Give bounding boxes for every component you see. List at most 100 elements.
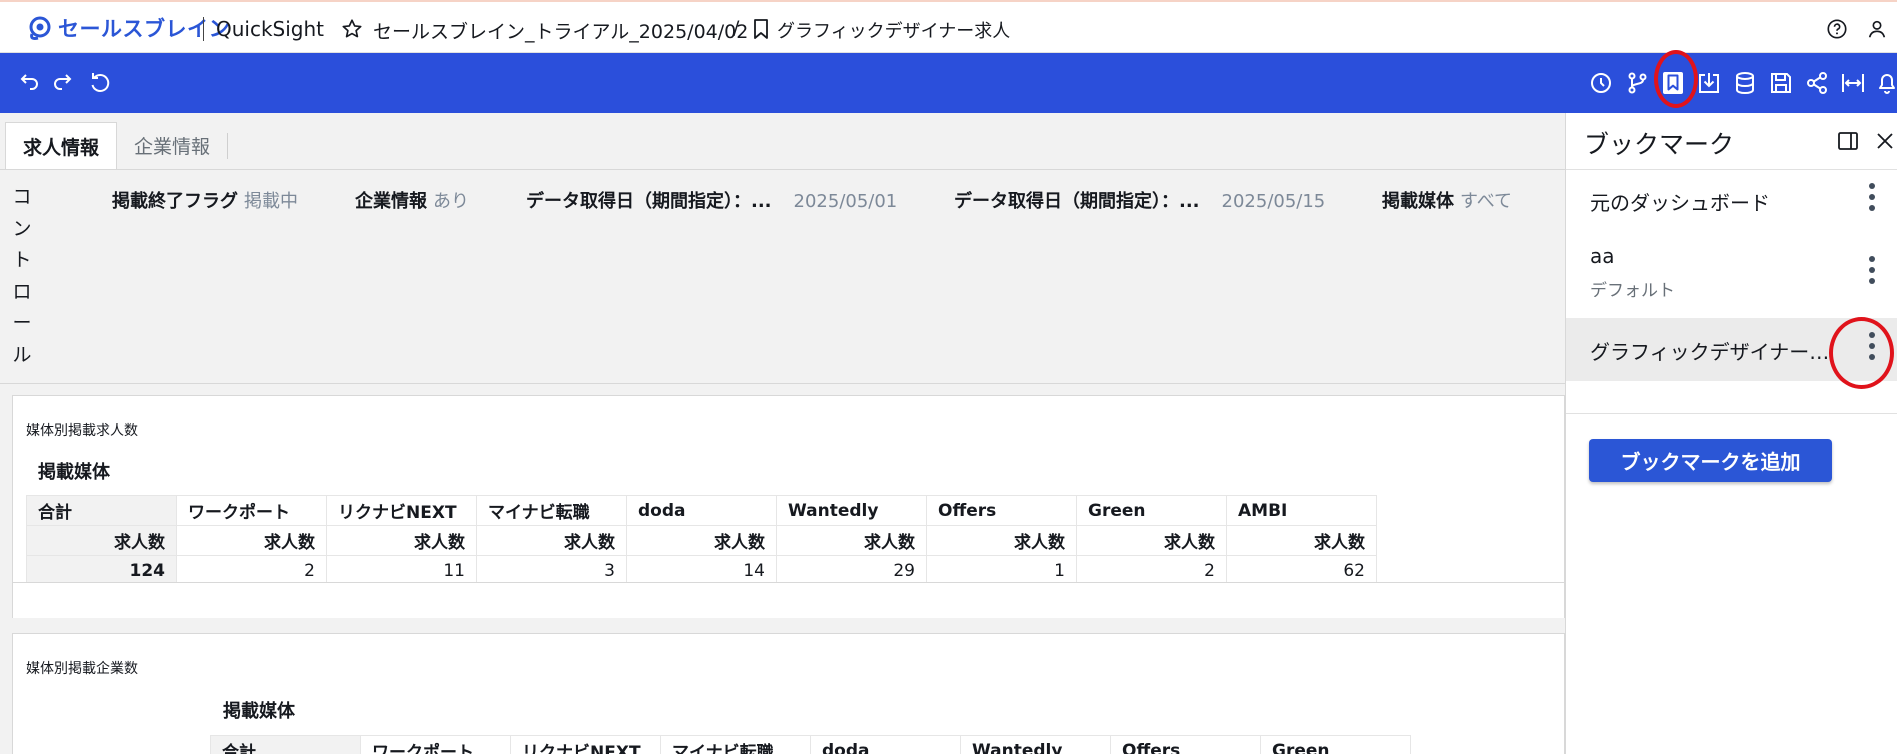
table-cell[interactable]: 14 xyxy=(626,555,777,586)
table-cell[interactable]: 求人数 xyxy=(926,525,1077,556)
dataset-icon[interactable] xyxy=(1731,69,1759,97)
filter-date-end[interactable]: データ取得日（期間指定）：... 2025/05/15 xyxy=(954,187,1325,213)
bookmark-item-selected[interactable]: グラフィックデザイナー… xyxy=(1566,318,1897,381)
table-cell[interactable]: 求人数 xyxy=(176,525,327,556)
tab-company-info[interactable]: 企業情報 xyxy=(117,122,227,169)
controls-label-char: ロ xyxy=(12,280,32,303)
header-divider xyxy=(203,17,204,41)
analysis-toolbar xyxy=(0,53,1897,113)
export-icon[interactable] xyxy=(1695,69,1723,97)
table-cell[interactable]: 124 xyxy=(26,555,177,586)
table-cell[interactable]: 求人数 xyxy=(326,525,477,556)
fit-width-icon[interactable] xyxy=(1839,69,1867,97)
table-cell[interactable]: 11 xyxy=(326,555,477,586)
bookmark-name: 元のダッシュボード xyxy=(1590,191,1770,215)
table-cell[interactable]: リクナビNEXT xyxy=(510,735,661,754)
table-cell[interactable]: 求人数 xyxy=(1226,525,1377,556)
table-cell[interactable]: 29 xyxy=(776,555,927,586)
visual-title: 媒体別掲載求人数 xyxy=(26,423,138,439)
table-cell[interactable]: Offers xyxy=(926,495,1077,526)
controls-area: コ ン ト ロ ー ル 掲載終了フラグ 掲載中 企業情報 あり データ取得日（期間指… xyxy=(0,169,1565,384)
help-icon[interactable] xyxy=(1826,18,1848,40)
dock-panel-icon[interactable] xyxy=(1837,130,1859,152)
table-cell[interactable]: リクナビNEXT xyxy=(326,495,477,526)
bookmark-menu-icon[interactable] xyxy=(1866,332,1878,368)
controls-label-char: ト xyxy=(12,249,32,271)
table-cell[interactable]: 2 xyxy=(1076,555,1227,586)
table-cell[interactable]: マイナビ転職 xyxy=(660,735,811,754)
salesbrain-logo[interactable]: セールスブレイン xyxy=(26,14,230,42)
branch-icon[interactable] xyxy=(1623,69,1651,97)
bookmark-icon[interactable] xyxy=(1659,69,1687,97)
table-cell[interactable]: 求人数 xyxy=(1076,525,1227,556)
table-cell[interactable]: Green xyxy=(1076,495,1227,526)
sheet-canvas: 求人情報 企業情報 コ ン ト ロ ー ル 掲載終了フラグ 掲載中 企業情報 あり … xyxy=(0,113,1565,754)
bookmark-item[interactable]: 元のダッシュボード xyxy=(1566,170,1897,228)
analysis-title[interactable]: セールスブレイン_トライアル_2025/04/02 xyxy=(373,17,748,44)
clock-icon[interactable] xyxy=(1587,69,1615,97)
visual-footer xyxy=(13,582,1564,618)
table-cell[interactable]: doda xyxy=(626,495,777,526)
table-cell[interactable]: 3 xyxy=(476,555,627,586)
divider xyxy=(1566,413,1897,414)
pivot-header-row: 合計 ワークポート リクナビNEXT マイナビ転職 doda Wantedly … xyxy=(26,495,1377,526)
add-bookmark-button[interactable]: ブックマークを追加 xyxy=(1589,439,1832,482)
table-cell[interactable]: 2 xyxy=(176,555,327,586)
sheet-tabs: 求人情報 企業情報 xyxy=(5,122,229,169)
table-cell[interactable]: 求人数 xyxy=(26,525,177,556)
pivot-table: 合計 ワークポート リクナビNEXT マイナビ転職 doda Wantedly … xyxy=(26,495,1377,586)
reset-icon[interactable] xyxy=(86,69,114,97)
table-cell[interactable]: 求人数 xyxy=(476,525,627,556)
bell-icon[interactable] xyxy=(1873,69,1897,97)
filter-company-info[interactable]: 企業情報 あり xyxy=(355,187,469,213)
table-cell[interactable]: Green xyxy=(1260,735,1411,754)
table-cell[interactable]: ワークポート xyxy=(176,495,327,526)
panel-title: ブックマーク xyxy=(1584,130,1735,159)
visual-companies-by-media[interactable]: 媒体別掲載企業数 掲載媒体 合計 ワークポート リクナビNEXT マイナビ転職 … xyxy=(12,633,1565,754)
filter-value: 掲載中 xyxy=(244,191,298,212)
filter-value: 2025/05/15 xyxy=(1221,191,1326,212)
bookmark-name: グラフィックデザイナー… xyxy=(1590,340,1830,364)
filter-label: データ取得日（期間指定）：... xyxy=(954,191,1200,212)
filter-value: 2025/05/01 xyxy=(793,191,898,212)
user-icon[interactable] xyxy=(1866,18,1888,40)
bookmark-name: aa xyxy=(1590,244,1615,268)
share-icon[interactable] xyxy=(1803,69,1831,97)
filter-label: 掲載媒体 xyxy=(1382,191,1454,212)
pivot-measure-row: 求人数 求人数 求人数 求人数 求人数 求人数 求人数 求人数 求人数 xyxy=(26,525,1377,556)
visual-title: 媒体別掲載企業数 xyxy=(26,661,138,677)
table-cell[interactable]: 求人数 xyxy=(776,525,927,556)
table-cell[interactable]: 求人数 xyxy=(626,525,777,556)
table-cell[interactable]: doda xyxy=(810,735,961,754)
filter-date-start[interactable]: データ取得日（期間指定）：... 2025/05/01 xyxy=(526,187,897,213)
table-cell[interactable]: Wantedly xyxy=(776,495,927,526)
visual-jobs-by-media[interactable]: 媒体別掲載求人数 掲載媒体 合計 ワークポート リクナビNEXT マイナビ転職 … xyxy=(12,395,1565,618)
table-cell[interactable]: 1 xyxy=(926,555,1077,586)
table-cell[interactable]: Wantedly xyxy=(960,735,1111,754)
table-cell[interactable]: 合計 xyxy=(210,735,361,754)
bookmark-item[interactable]: aa デフォルト xyxy=(1566,228,1897,318)
filter-listing-end-flag[interactable]: 掲載終了フラグ 掲載中 xyxy=(112,187,298,213)
controls-label-char: ン xyxy=(12,217,32,240)
redo-icon[interactable] xyxy=(50,69,78,97)
logo-text: セールスブレイン xyxy=(58,17,230,41)
table-cell[interactable]: ワークポート xyxy=(360,735,511,754)
table-cell[interactable]: AMBI xyxy=(1226,495,1377,526)
star-icon[interactable] xyxy=(341,18,363,40)
bookmark-menu-icon[interactable] xyxy=(1866,183,1878,219)
table-cell[interactable]: Offers xyxy=(1110,735,1261,754)
filter-media[interactable]: 掲載媒体 すべて xyxy=(1382,187,1512,213)
bookmark-menu-icon[interactable] xyxy=(1866,256,1878,292)
bookmark-default-badge: デフォルト xyxy=(1590,281,1675,301)
table-cell[interactable]: 合計 xyxy=(26,495,177,526)
save-icon[interactable] xyxy=(1767,69,1795,97)
table-cell[interactable]: 62 xyxy=(1226,555,1377,586)
table-cell[interactable]: マイナビ転職 xyxy=(476,495,627,526)
close-icon[interactable] xyxy=(1874,130,1896,152)
controls-label[interactable]: コ ン ト ロ ー ル xyxy=(12,182,32,371)
undo-icon[interactable] xyxy=(14,69,42,97)
breadcrumb-separator: / xyxy=(733,17,740,39)
filter-label: 企業情報 xyxy=(355,191,427,212)
tab-job-info[interactable]: 求人情報 xyxy=(5,122,118,169)
filter-value: すべて xyxy=(1460,191,1513,212)
